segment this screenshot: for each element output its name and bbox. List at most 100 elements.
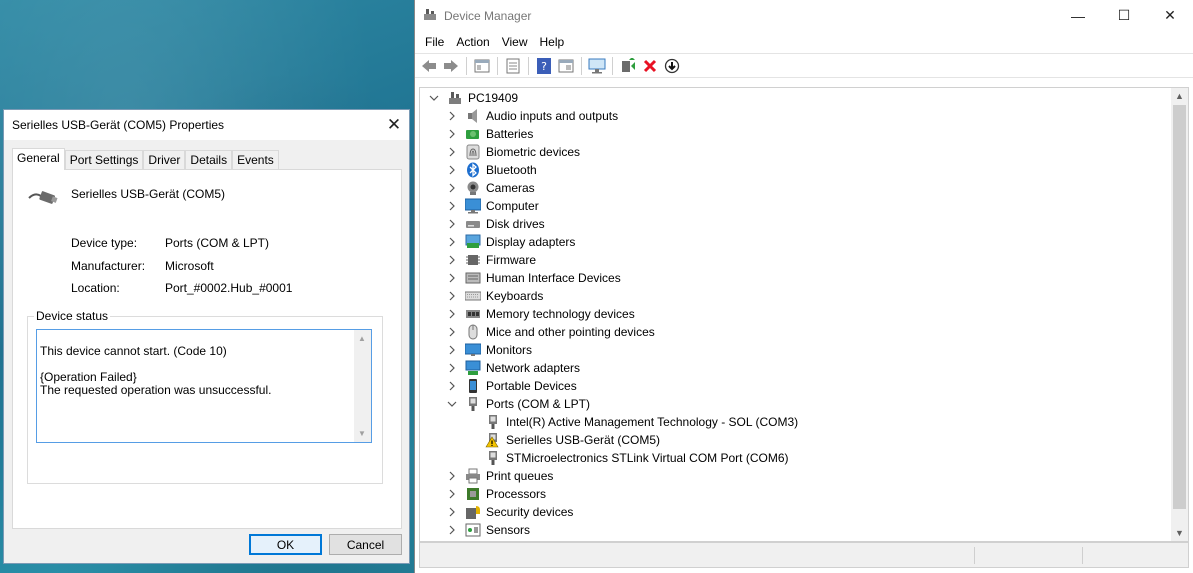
- expand-chevron-icon[interactable]: [446, 164, 458, 176]
- security-icon: [465, 504, 481, 520]
- expand-chevron-icon[interactable]: [446, 308, 458, 320]
- tree-item-label: Print queues: [486, 469, 554, 483]
- computer-icon: [465, 198, 481, 214]
- portable-device-icon: [465, 378, 481, 394]
- tree-category[interactable]: Firmware: [420, 251, 1172, 269]
- expand-chevron-icon[interactable]: [446, 344, 458, 356]
- status-scrollbar[interactable]: ▲ ▼: [354, 330, 371, 442]
- scroll-up-icon[interactable]: ▲: [358, 332, 366, 345]
- expand-chevron-icon[interactable]: [446, 380, 458, 392]
- tree-category[interactable]: Network adapters: [420, 359, 1172, 377]
- tab-port-settings[interactable]: Port Settings: [64, 150, 144, 170]
- tree-category[interactable]: Display adapters: [420, 233, 1172, 251]
- expand-chevron-icon[interactable]: [446, 110, 458, 122]
- tree-item-label: Portable Devices: [486, 379, 577, 393]
- tab-events[interactable]: Events: [232, 150, 279, 170]
- forward-icon[interactable]: [440, 56, 462, 76]
- scroll-up-icon[interactable]: ▲: [1175, 91, 1184, 101]
- menu-file[interactable]: File: [419, 35, 450, 49]
- tree-category[interactable]: Computer: [420, 197, 1172, 215]
- location-value: Port_#0002.Hub_#0001: [165, 281, 293, 296]
- help-icon[interactable]: ?: [533, 56, 555, 76]
- mouse-icon: [465, 324, 481, 340]
- show-hidden-icon[interactable]: [555, 56, 577, 76]
- properties-view-icon[interactable]: [471, 56, 493, 76]
- tree-category[interactable]: Audio inputs and outputs: [420, 107, 1172, 125]
- scroll-down-icon[interactable]: ▼: [1175, 528, 1184, 538]
- tree-category[interactable]: Monitors: [420, 341, 1172, 359]
- device-tree-area: PC19409 Audio inputs and outputs Batteries…: [419, 87, 1189, 542]
- tree-category[interactable]: Cameras: [420, 179, 1172, 197]
- status-bar-segment: [975, 547, 1083, 564]
- tab-general[interactable]: General: [12, 148, 65, 170]
- tree-device-item[interactable]: STMicroelectronics STLink Virtual COM Po…: [420, 449, 1172, 467]
- computer-root-icon: [447, 90, 463, 106]
- minimize-icon[interactable]: —: [1055, 0, 1101, 31]
- update-driver-icon[interactable]: [502, 56, 524, 76]
- expand-chevron-icon[interactable]: [446, 524, 458, 536]
- expand-chevron-icon[interactable]: [446, 218, 458, 230]
- expand-chevron-icon[interactable]: [446, 290, 458, 302]
- expand-chevron-icon[interactable]: [446, 362, 458, 374]
- expand-chevron-icon[interactable]: [446, 506, 458, 518]
- collapse-chevron-icon[interactable]: [428, 92, 440, 104]
- expand-chevron-icon[interactable]: [446, 146, 458, 158]
- tree-category[interactable]: Bluetooth: [420, 161, 1172, 179]
- tree-device-item[interactable]: Serielles USB-Gerät (COM5): [420, 431, 1172, 449]
- tab-driver[interactable]: Driver: [143, 150, 186, 170]
- tree-root-computer[interactable]: PC19409: [420, 89, 1172, 107]
- back-icon[interactable]: [418, 56, 440, 76]
- expand-chevron-icon[interactable]: [446, 326, 458, 338]
- menu-action[interactable]: Action: [450, 35, 495, 49]
- menu-view[interactable]: View: [496, 35, 534, 49]
- tree-category[interactable]: Keyboards: [420, 287, 1172, 305]
- device-properties: Device type: Ports (COM & LPT) Manufactu…: [71, 232, 292, 300]
- expand-chevron-icon[interactable]: [446, 254, 458, 266]
- cancel-button[interactable]: Cancel: [329, 534, 402, 555]
- tree-category[interactable]: Portable Devices: [420, 377, 1172, 395]
- dm-title: Device Manager: [444, 8, 532, 23]
- maximize-icon[interactable]: ☐: [1101, 0, 1147, 31]
- expand-chevron-icon[interactable]: [446, 182, 458, 194]
- collapse-chevron-icon[interactable]: [446, 398, 458, 410]
- expand-chevron-icon[interactable]: [446, 470, 458, 482]
- tree-category[interactable]: Human Interface Devices: [420, 269, 1172, 287]
- close-icon[interactable]: ✕: [1147, 0, 1193, 31]
- property-row: Location: Port_#0002.Hub_#0001: [71, 277, 292, 300]
- uninstall-icon[interactable]: [639, 56, 661, 76]
- disable-icon[interactable]: [661, 56, 683, 76]
- tree-category[interactable]: Biometric devices: [420, 143, 1172, 161]
- tree-category[interactable]: Processors: [420, 485, 1172, 503]
- dialog-close-icon[interactable]: ✕: [379, 110, 409, 140]
- property-row: Device type: Ports (COM & LPT): [71, 232, 292, 255]
- device-status-textbox[interactable]: This device cannot start. (Code 10) {Ope…: [36, 329, 372, 443]
- expand-chevron-icon[interactable]: [446, 236, 458, 248]
- tree-category[interactable]: Batteries: [420, 125, 1172, 143]
- tree-category[interactable]: Memory technology devices: [420, 305, 1172, 323]
- expand-chevron-icon[interactable]: [446, 128, 458, 140]
- tree-category[interactable]: Print queues: [420, 467, 1172, 485]
- tree-vertical-scrollbar[interactable]: ▲ ▼: [1171, 88, 1188, 541]
- firmware-icon: [465, 252, 481, 268]
- tree-device-item[interactable]: Intel(R) Active Management Technology - …: [420, 413, 1172, 431]
- ok-button[interactable]: OK: [249, 534, 322, 555]
- scan-hardware-icon[interactable]: [586, 56, 608, 76]
- toolbar-separator: [612, 56, 613, 75]
- tree-item-label: PC19409: [468, 91, 519, 105]
- expand-chevron-icon[interactable]: [446, 272, 458, 284]
- tree-category[interactable]: Mice and other pointing devices: [420, 323, 1172, 341]
- tree-category[interactable]: Sensors: [420, 521, 1172, 539]
- scroll-thumb[interactable]: [1173, 105, 1186, 509]
- tree-category[interactable]: Disk drives: [420, 215, 1172, 233]
- tree-category[interactable]: Ports (COM & LPT): [420, 395, 1172, 413]
- tab-details[interactable]: Details: [185, 150, 233, 170]
- expand-chevron-icon[interactable]: [446, 200, 458, 212]
- device-manager-window: Device Manager — ☐ ✕ File Action View He…: [414, 0, 1193, 573]
- menu-help[interactable]: Help: [534, 35, 571, 49]
- tree-category[interactable]: Security devices: [420, 503, 1172, 521]
- add-driver-icon[interactable]: [617, 56, 639, 76]
- expand-chevron-icon[interactable]: [446, 488, 458, 500]
- scroll-down-icon[interactable]: ▼: [358, 427, 366, 440]
